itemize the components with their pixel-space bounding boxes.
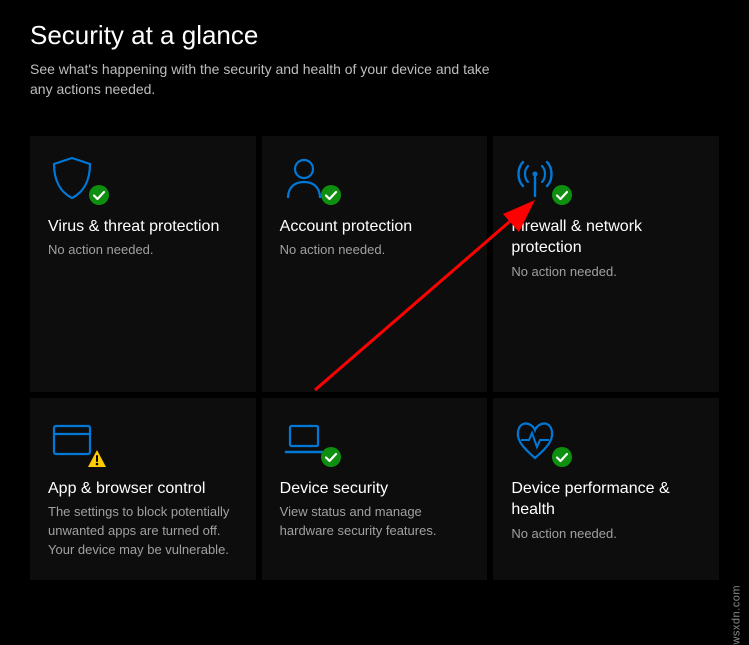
tile-title: Device performance & health	[511, 478, 701, 521]
browser-window-icon	[48, 416, 104, 464]
tile-virus-threat-protection[interactable]: Virus & threat protection No action need…	[30, 136, 256, 392]
person-icon	[280, 154, 336, 202]
watermark: wsxdn.com	[731, 585, 743, 645]
antenna-icon	[511, 154, 567, 202]
tile-account-protection[interactable]: Account protection No action needed.	[262, 136, 488, 392]
status-ok-badge-icon	[320, 446, 342, 468]
tile-app-browser-control[interactable]: App & browser control The settings to bl…	[30, 398, 256, 580]
status-ok-badge-icon	[551, 446, 573, 468]
status-ok-badge-icon	[88, 184, 110, 206]
tile-title: Virus & threat protection	[48, 216, 238, 238]
tile-status: No action needed.	[511, 525, 701, 544]
status-warning-badge-icon	[86, 448, 108, 470]
shield-icon	[48, 154, 104, 202]
tile-title: Account protection	[280, 216, 470, 238]
tile-title: Firewall & network protection	[511, 216, 701, 259]
tile-status: No action needed.	[511, 263, 701, 282]
page-header: Security at a glance See what's happenin…	[0, 0, 749, 100]
tile-firewall-network-protection[interactable]: Firewall & network protection No action …	[493, 136, 719, 392]
tile-status: View status and manage hardware security…	[280, 503, 470, 541]
tile-status: No action needed.	[48, 241, 238, 260]
tile-device-performance-health[interactable]: Device performance & health No action ne…	[493, 398, 719, 580]
security-tiles-grid: Virus & threat protection No action need…	[0, 100, 749, 580]
tile-title: Device security	[280, 478, 470, 500]
laptop-icon	[280, 416, 336, 464]
tile-status: No action needed.	[280, 241, 470, 260]
heart-pulse-icon	[511, 416, 567, 464]
tile-status: The settings to block potentially unwant…	[48, 503, 238, 560]
tile-device-security[interactable]: Device security View status and manage h…	[262, 398, 488, 580]
status-ok-badge-icon	[551, 184, 573, 206]
page-subtitle: See what's happening with the security a…	[30, 59, 490, 100]
tile-title: App & browser control	[48, 478, 238, 500]
page-title: Security at a glance	[30, 20, 749, 51]
status-ok-badge-icon	[320, 184, 342, 206]
